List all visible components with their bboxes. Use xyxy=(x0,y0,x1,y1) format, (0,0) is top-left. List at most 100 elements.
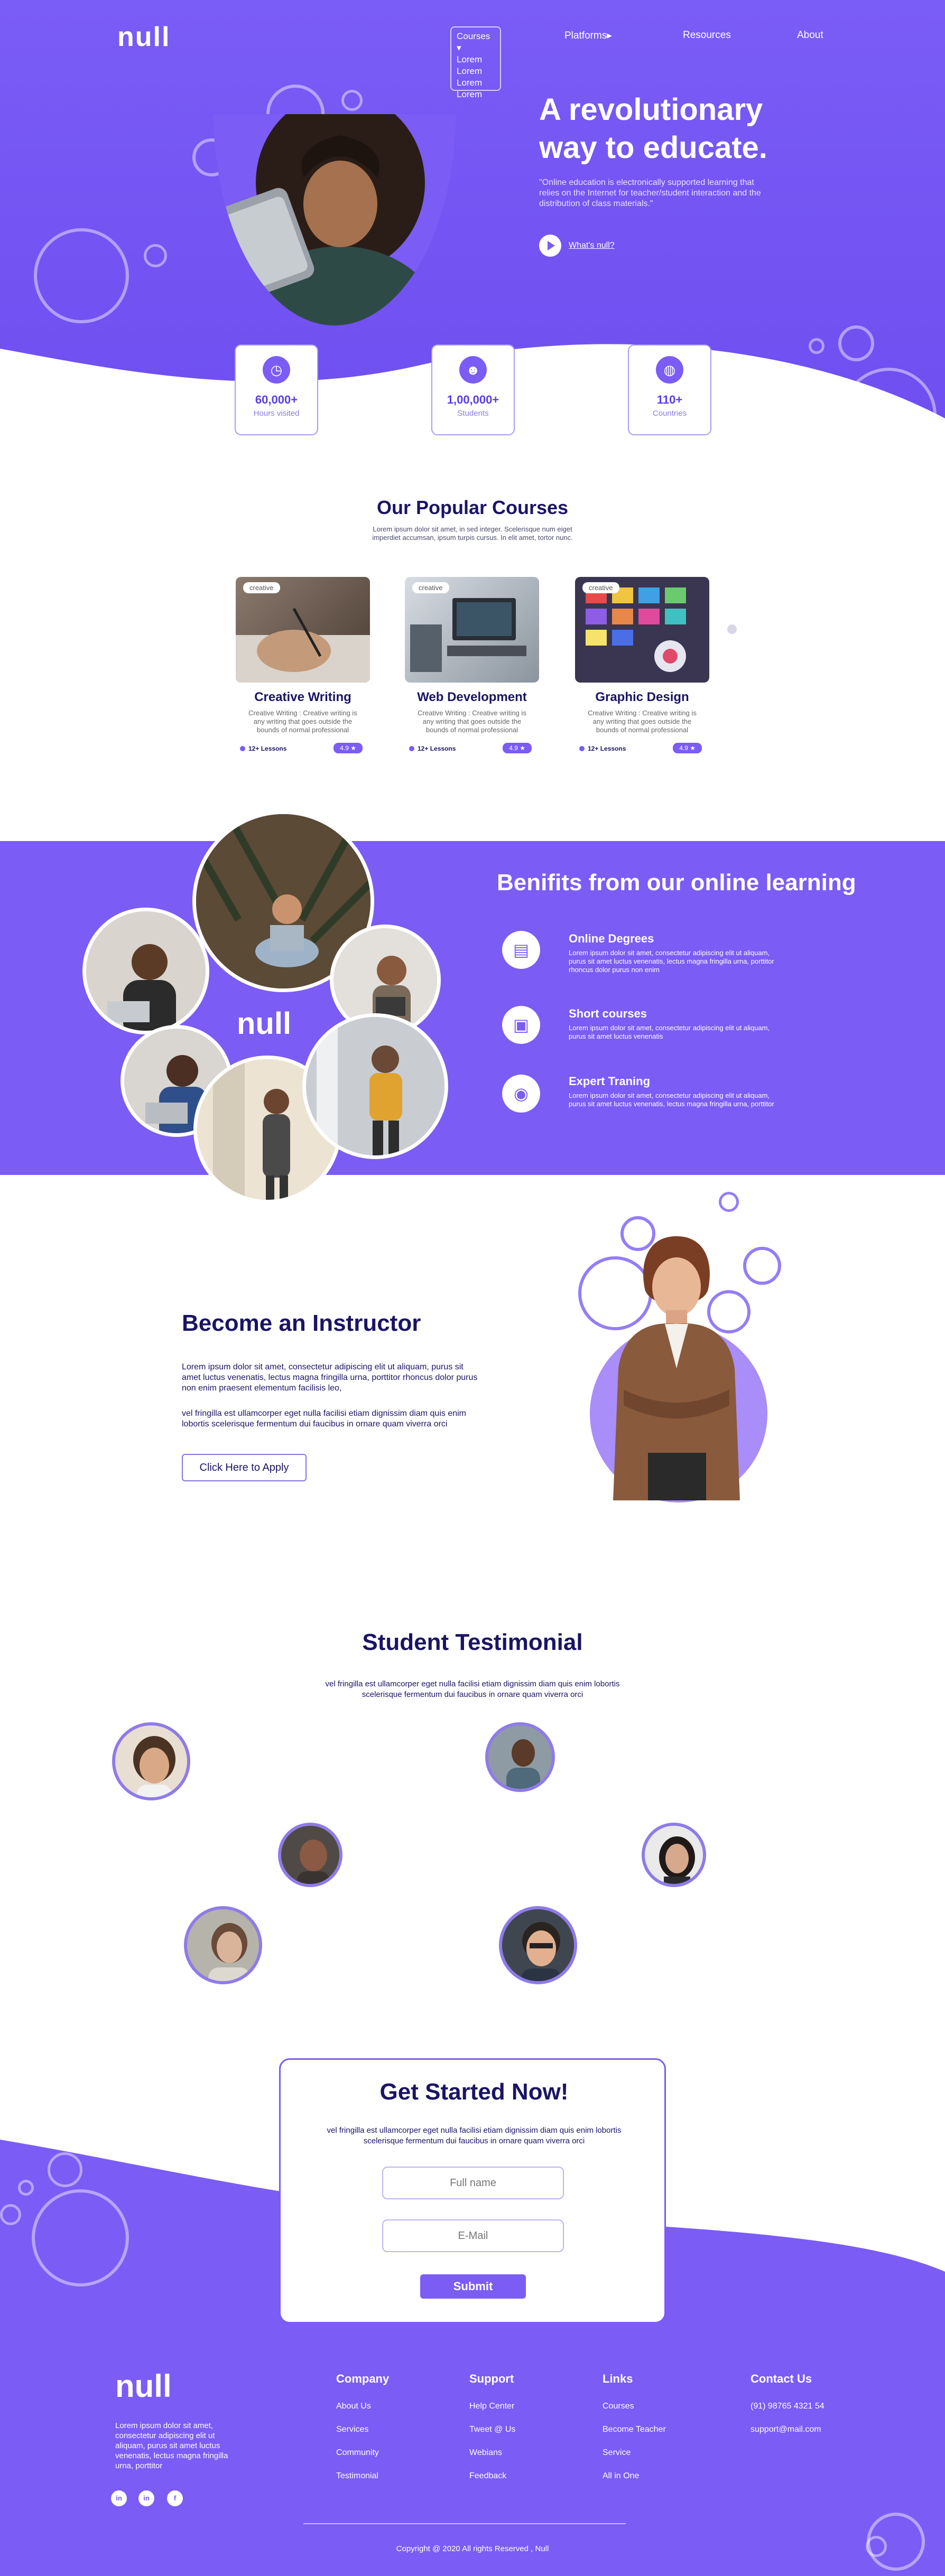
stat-card: ◍ 110+ Countries xyxy=(628,344,711,435)
footer-link[interactable]: Help Center xyxy=(469,2402,514,2411)
get-started-title: Get Started Now! xyxy=(379,2079,569,2105)
apply-button[interactable]: Click Here to Apply xyxy=(182,1454,307,1481)
instructor-text: vel fringilla est ullamcorper eget nulla… xyxy=(182,1409,466,1429)
courses-title: Our Popular Courses xyxy=(376,497,569,518)
carousel-next-icon[interactable] xyxy=(727,624,737,634)
course-title: Creative Writing xyxy=(254,690,351,704)
nav-resources[interactable]: Resources xyxy=(683,30,731,41)
nav-about[interactable]: About xyxy=(797,30,823,41)
full-name-input[interactable] xyxy=(382,2167,564,2199)
decor-ring xyxy=(18,2180,34,2196)
footer-link[interactable]: All in One xyxy=(603,2471,639,2481)
hero-title: A revolutionary way to educate. xyxy=(539,92,767,165)
stat-label: Hours visited xyxy=(253,409,300,418)
footer-link[interactable]: Courses xyxy=(603,2402,634,2411)
course-tag: creative xyxy=(412,582,449,593)
footer-heading: Contact Us xyxy=(751,2372,812,2385)
instructor-title: Become an Instructor xyxy=(182,1310,421,1336)
rating-badge: 4.9 ★ xyxy=(333,743,363,753)
course-card[interactable]: creative Creative Writing Creative Writi… xyxy=(236,577,370,761)
stat-value: 60,000+ xyxy=(255,393,298,406)
facebook-icon[interactable]: f xyxy=(167,2490,183,2506)
testimonial-avatar[interactable] xyxy=(278,1823,342,1887)
course-title: Graphic Design xyxy=(595,690,689,704)
course-tag: creative xyxy=(582,582,619,593)
footer-heading: Support xyxy=(469,2372,514,2385)
whats-null-link[interactable]: What's null? xyxy=(569,241,615,250)
submit-button[interactable]: Submit xyxy=(420,2274,526,2299)
footer-link[interactable]: Webians xyxy=(469,2448,502,2458)
footer-link[interactable]: Service xyxy=(603,2448,631,2458)
stat-label: Countries xyxy=(652,409,687,418)
stat-label: Students xyxy=(457,409,489,418)
benefit-text: Lorem ipsum dolor sit amet, consectetur … xyxy=(569,1091,774,1108)
course-image: creative xyxy=(236,577,370,683)
course-tag: creative xyxy=(243,582,280,593)
testimonial-avatar[interactable] xyxy=(642,1823,706,1887)
dropdown-item[interactable]: Lorem xyxy=(457,54,495,66)
testimonial-avatar[interactable] xyxy=(184,1906,262,1984)
globe-icon: ◍ xyxy=(656,356,683,384)
lesson-count: 12+ Lessons xyxy=(240,745,286,752)
nav-platforms[interactable]: Platforms▸ xyxy=(564,30,612,42)
benefit-text: Lorem ipsum dolor sit amet, consectetur … xyxy=(569,949,774,974)
decor-ring xyxy=(144,244,167,267)
course-card[interactable]: creative Web Development Creative Writin… xyxy=(405,577,539,761)
footer-link[interactable]: Feedback xyxy=(469,2471,506,2481)
expert-icon: ◉ xyxy=(502,1075,540,1113)
contact-phone[interactable]: (91) 98765 4321 54 xyxy=(751,2402,824,2411)
linkedin-icon[interactable]: in xyxy=(138,2490,154,2506)
courses-subtitle: Lorem ipsum dolor sit amet, in sed integ… xyxy=(372,525,573,542)
email-input[interactable] xyxy=(382,2219,564,2252)
rating-badge: 4.9 ★ xyxy=(503,743,532,753)
decor-ring xyxy=(841,368,937,463)
stat-card: ◷ 60,000+ Hours visited xyxy=(235,344,318,435)
benefit-photo xyxy=(302,1013,448,1159)
nav-courses[interactable]: Courses ▾ xyxy=(457,31,495,54)
testimonial-avatar[interactable] xyxy=(499,1906,577,1984)
footer-about: Lorem ipsum dolor sit amet, consectetur … xyxy=(115,2421,228,2470)
testimonial-avatar[interactable] xyxy=(112,1722,190,1800)
course-title: Web Development xyxy=(417,690,527,704)
play-icon[interactable] xyxy=(539,235,561,257)
decor-ring xyxy=(719,1192,739,1212)
footer-link[interactable]: Testimonial xyxy=(336,2471,378,2481)
footer-heading: Links xyxy=(603,2372,633,2385)
contact-email[interactable]: support@mail.com xyxy=(751,2425,821,2434)
courses-dropdown[interactable]: Courses ▾ Lorem Lorem Lorem Lorem xyxy=(450,26,501,99)
benefit-heading: Expert Traning xyxy=(569,1075,651,1088)
course-desc: Creative Writing : Creative writing is a… xyxy=(418,709,526,734)
students-icon: ☻ xyxy=(459,356,487,384)
course-card[interactable]: creative Graphic Design Creative Writing… xyxy=(575,577,709,761)
dropdown-item[interactable]: Lorem xyxy=(457,89,495,100)
testimonial-avatar[interactable] xyxy=(485,1722,555,1792)
footer-link[interactable]: Community xyxy=(336,2448,379,2458)
testimonial-title: Student Testimonial xyxy=(362,1629,583,1655)
rating-badge: 4.9 ★ xyxy=(673,743,702,753)
instructor-photo xyxy=(613,1236,740,1500)
dropdown-item[interactable]: Lorem xyxy=(457,77,495,89)
benefit-heading: Online Degrees xyxy=(569,932,654,945)
footer-link[interactable]: About Us xyxy=(336,2402,371,2411)
get-started-subtitle: vel fringilla est ullamcorper eget nulla… xyxy=(327,2126,622,2145)
decor-ring xyxy=(341,90,363,111)
benefit-photo xyxy=(82,908,209,1034)
benefit-heading: Short courses xyxy=(569,1007,647,1020)
course-desc: Creative Writing : Creative writing is a… xyxy=(248,709,357,734)
footer-divider xyxy=(303,2523,626,2524)
stat-card: ☻ 1,00,000+ Students xyxy=(431,344,515,435)
footer-link[interactable]: Become Teacher xyxy=(603,2425,666,2434)
course-desc: Creative Writing : Creative writing is a… xyxy=(588,709,697,734)
footer-logo[interactable]: null xyxy=(115,2368,172,2404)
course-image: creative xyxy=(405,577,539,683)
logo[interactable]: null xyxy=(117,21,170,53)
decor-ring xyxy=(802,370,823,391)
decor-ring xyxy=(48,2152,82,2187)
decor-ring xyxy=(34,228,129,323)
footer-link[interactable]: Tweet @ Us xyxy=(469,2425,515,2434)
dropdown-item[interactable]: Lorem xyxy=(457,66,495,77)
linkedin-icon[interactable]: in xyxy=(111,2490,127,2506)
footer-link[interactable]: Services xyxy=(336,2425,368,2434)
stat-value: 110+ xyxy=(656,393,683,406)
decor-ring xyxy=(32,2189,129,2286)
